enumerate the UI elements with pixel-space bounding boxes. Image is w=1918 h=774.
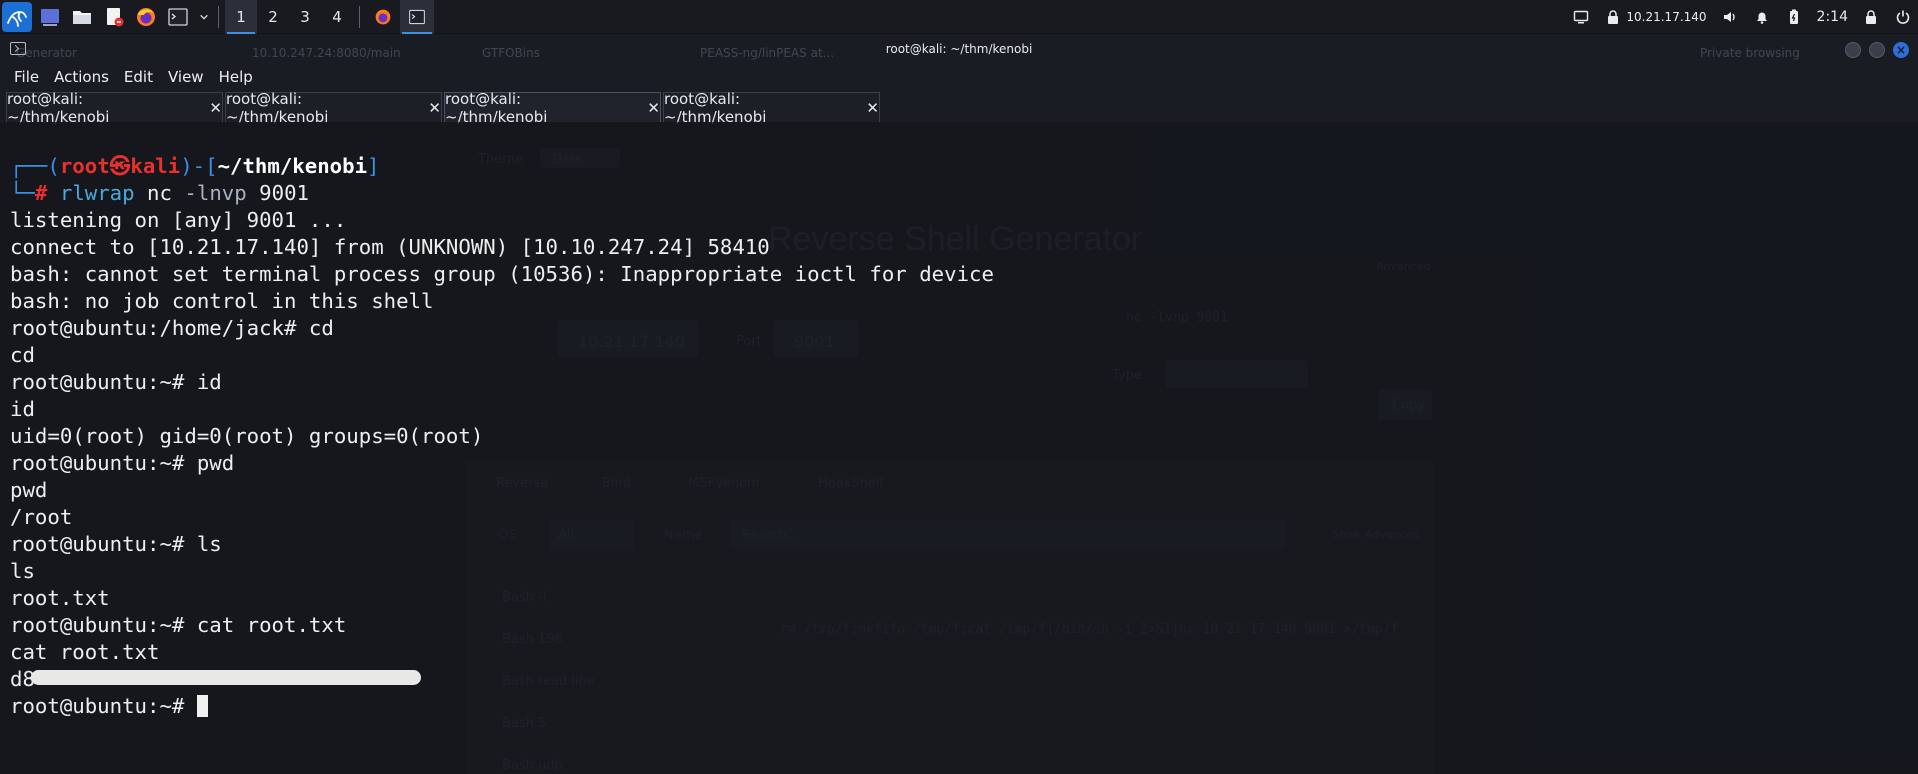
output-line: root@ubuntu:~# ls bbox=[10, 532, 222, 556]
prompt-line-2: └─# rlwrap nc -lnvp 9001 bbox=[10, 181, 309, 205]
menu-view[interactable]: View bbox=[168, 68, 204, 86]
terminal-output[interactable]: ┌──(root㉿kali)-[~/thm/kenobi] └─# rlwrap… bbox=[0, 122, 1918, 774]
top-panel: 1 2 3 4 10.21.17.140 2:14 bbox=[0, 0, 1918, 34]
menu-edit[interactable]: Edit bbox=[124, 68, 153, 86]
workspace-1[interactable]: 1 bbox=[225, 0, 257, 34]
text-editor-icon[interactable] bbox=[100, 3, 128, 31]
firefox-icon[interactable] bbox=[132, 3, 160, 31]
workspace-3[interactable]: 3 bbox=[289, 0, 321, 34]
menu-bar: File Actions Edit View Help bbox=[0, 64, 1918, 90]
show-desktop-icon[interactable] bbox=[36, 3, 64, 31]
tab-close-icon[interactable]: ✕ bbox=[428, 99, 441, 117]
terminal-tab-1[interactable]: root@kali: ~/thm/kenobi ✕ bbox=[6, 90, 223, 126]
output-line: root@ubuntu:~# pwd bbox=[10, 451, 235, 475]
terminal-tab-4[interactable]: root@kali: ~/thm/kenobi ✕ bbox=[663, 90, 880, 126]
taskbar-terminal-icon[interactable] bbox=[400, 0, 434, 34]
output-line: uid=0(root) gid=0(root) groups=0(root) bbox=[10, 424, 484, 448]
prompt-line-1: ┌──(root㉿kali)-[~/thm/kenobi] bbox=[10, 154, 380, 178]
workspace-2[interactable]: 2 bbox=[257, 0, 289, 34]
chevron-down-icon[interactable] bbox=[196, 3, 212, 31]
terminal-tab-3[interactable]: root@kali: ~/thm/kenobi ✕ bbox=[444, 90, 661, 126]
output-line: bash: no job control in this shell bbox=[10, 289, 434, 313]
tab-bar: root@kali: ~/thm/kenobi ✕ root@kali: ~/t… bbox=[0, 90, 1918, 126]
output-line: cat root.txt bbox=[10, 640, 160, 664]
power-icon[interactable] bbox=[1894, 8, 1912, 26]
text-cursor bbox=[196, 695, 208, 717]
battery-icon[interactable] bbox=[1785, 8, 1803, 26]
tab-label: root@kali: ~/thm/kenobi bbox=[664, 89, 767, 126]
vpn-ip: 10.21.17.140 bbox=[1626, 10, 1707, 24]
tab-close-icon[interactable]: ✕ bbox=[209, 99, 222, 117]
close-icon: × bbox=[1895, 43, 1907, 57]
output-line: root@ubuntu:~# cat root.txt bbox=[10, 613, 347, 637]
notification-bell-icon[interactable] bbox=[1753, 8, 1771, 26]
clock[interactable]: 2:14 bbox=[1817, 9, 1848, 25]
output-line: listening on [any] 9001 ... bbox=[10, 208, 347, 232]
output-line: /root bbox=[10, 505, 73, 529]
output-line: root@ubuntu:/home/jack# cd bbox=[10, 316, 334, 340]
kali-menu-icon[interactable] bbox=[2, 1, 32, 32]
volume-icon[interactable] bbox=[1721, 8, 1739, 26]
redaction-mark bbox=[30, 670, 421, 685]
output-line: connect to [10.21.17.140] from (UNKNOWN)… bbox=[10, 235, 770, 259]
output-line: root@ubuntu:~# id bbox=[10, 370, 222, 394]
output-line: root.txt bbox=[10, 586, 110, 610]
tab-label: root@kali: ~/thm/kenobi bbox=[226, 89, 329, 126]
window-title: root@kali: ~/thm/kenobi bbox=[885, 42, 1033, 56]
tab-close-icon[interactable]: ✕ bbox=[647, 99, 660, 117]
close-window-button[interactable]: × bbox=[1893, 42, 1909, 58]
flag-line: d8 bbox=[10, 666, 1918, 693]
lock-screen-icon[interactable] bbox=[1862, 8, 1880, 26]
tab-close-icon[interactable]: ✕ bbox=[866, 99, 879, 117]
menu-help[interactable]: Help bbox=[219, 68, 253, 86]
output-line: id bbox=[10, 397, 35, 421]
output-line: bash: cannot set terminal process group … bbox=[10, 262, 994, 286]
taskbar-firefox-icon[interactable] bbox=[366, 0, 400, 34]
file-manager-icon[interactable] bbox=[68, 3, 96, 31]
tab-label: root@kali: ~/thm/kenobi bbox=[445, 89, 548, 126]
vpn-ip-indicator[interactable]: 10.21.17.140 bbox=[1604, 8, 1707, 26]
terminal-launcher-icon[interactable] bbox=[164, 3, 192, 31]
menu-actions[interactable]: Actions bbox=[54, 68, 109, 86]
maximize-button[interactable] bbox=[1869, 42, 1885, 58]
window-titlebar[interactable]: root@kali: ~/thm/kenobi × bbox=[0, 34, 1918, 64]
current-prompt: root@ubuntu:~# bbox=[10, 694, 197, 718]
display-icon[interactable] bbox=[1572, 8, 1590, 26]
output-line: ls bbox=[10, 559, 35, 583]
minimize-button[interactable] bbox=[1845, 42, 1861, 58]
terminal-tab-2[interactable]: root@kali: ~/thm/kenobi ✕ bbox=[225, 90, 442, 126]
output-line: cd bbox=[10, 343, 35, 367]
workspace-4[interactable]: 4 bbox=[321, 0, 353, 34]
current-prompt-line: root@ubuntu:~# bbox=[10, 693, 1918, 720]
tab-label: root@kali: ~/thm/kenobi bbox=[7, 89, 110, 126]
menu-file[interactable]: File bbox=[14, 68, 39, 86]
output-line: pwd bbox=[10, 478, 48, 502]
lock-icon bbox=[1604, 8, 1622, 26]
